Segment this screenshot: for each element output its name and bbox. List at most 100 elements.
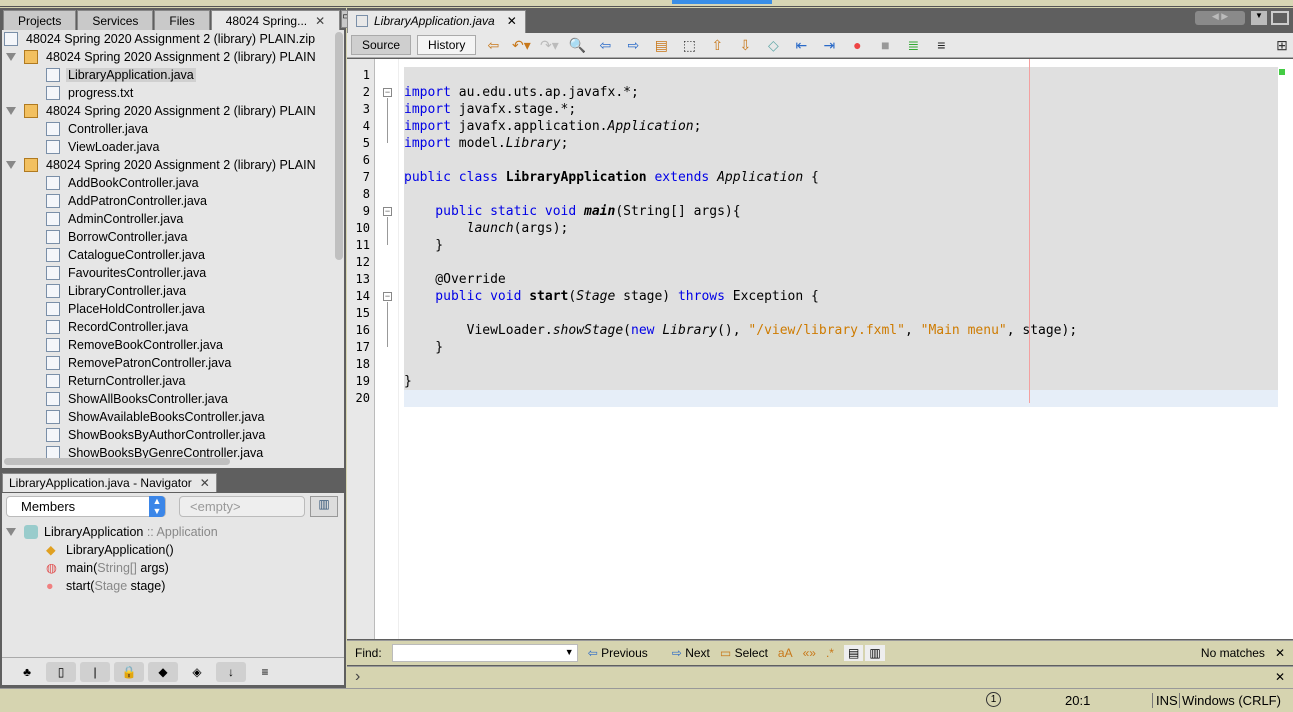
tree-item[interactable]: 48024 Spring 2020 Assignment 2 (library)… — [2, 156, 344, 174]
next-bookmark-icon[interactable]: ⇩ — [734, 36, 756, 54]
shift-right-icon[interactable]: ⇥ — [818, 36, 840, 54]
class-node[interactable]: LibraryApplication :: Application — [2, 523, 344, 541]
code-line[interactable] — [404, 390, 1278, 407]
code-line[interactable]: public void start(Stage stage) throws Ex… — [404, 288, 1278, 305]
horizontal-scrollbar[interactable] — [4, 458, 230, 465]
find-next-icon[interactable]: ⇨ — [622, 36, 644, 54]
expand-icon[interactable] — [6, 528, 16, 536]
tree-item[interactable]: ShowAvailableBooksController.java — [2, 408, 344, 426]
find-input[interactable]: ▼ — [391, 644, 578, 662]
navigator-member[interactable]: ● start(Stage stage) — [2, 577, 344, 595]
members-combo[interactable]: Members ▲ ▼ — [6, 496, 166, 517]
history-button[interactable]: History — [417, 35, 477, 55]
tab-projects[interactable]: Projects — [3, 10, 77, 30]
comment-icon[interactable]: ≣ — [902, 36, 924, 54]
code-line[interactable]: } — [404, 339, 1278, 356]
navigator-member[interactable]: ◆ LibraryApplication() — [2, 541, 344, 559]
tree-item[interactable]: ViewLoader.java — [2, 138, 344, 156]
tree-item[interactable]: 48024 Spring 2020 Assignment 2 (library)… — [2, 102, 344, 120]
static-icon[interactable]: | — [80, 662, 110, 682]
code-line[interactable] — [404, 305, 1278, 322]
code-editor[interactable]: 1 2 3 4 5 6 7 8 9 10 11 12 13 14 15 16 17 18 19 20 import a… — [347, 59, 1293, 639]
back-icon[interactable]: ↶▾ — [510, 36, 532, 54]
tree-item[interactable]: Controller.java — [2, 120, 344, 138]
expand-icon[interactable] — [6, 161, 16, 169]
tab-scroll-buttons[interactable]: ◀ ▶ — [1195, 11, 1245, 25]
inherited-members-icon[interactable]: ♣ — [12, 662, 42, 682]
tab-files[interactable]: Files — [154, 10, 210, 30]
last-edit-icon[interactable]: ⇦ — [482, 36, 504, 54]
tree-item[interactable]: AdminController.java — [2, 210, 344, 228]
code-line[interactable] — [404, 254, 1278, 271]
close-find-icon[interactable]: ✕ — [1275, 646, 1285, 660]
find-previous-button[interactable]: ⇦ Previous — [588, 646, 648, 660]
maximize-button[interactable] — [1271, 11, 1289, 25]
tab-list-button[interactable]: ▼ — [1251, 11, 1267, 25]
tree-item[interactable]: 48024 Spring 2020 Assignment 2 (library)… — [2, 48, 344, 66]
code-line[interactable] — [404, 186, 1278, 203]
code-line[interactable]: } — [404, 373, 1278, 390]
code-line[interactable]: launch(args); — [404, 220, 1278, 237]
tab-navigator[interactable]: LibraryApplication.java - Navigator ✕ — [2, 473, 217, 492]
code-line[interactable]: } — [404, 237, 1278, 254]
tree-item[interactable]: ReturnController.java — [2, 372, 344, 390]
sort-by-name-icon[interactable]: ↓ — [216, 662, 246, 682]
fqn-icon[interactable]: ◈ — [182, 662, 212, 682]
close-icon[interactable]: ✕ — [315, 14, 325, 28]
tree-item[interactable]: progress.txt — [2, 84, 344, 102]
fields-icon[interactable]: ▯ — [46, 662, 76, 682]
fold-toggle-icon[interactable]: − — [383, 88, 392, 97]
toggle-bookmark-icon[interactable]: ◇ — [762, 36, 784, 54]
code-line[interactable]: import model.Library; — [404, 135, 1278, 152]
split-icon[interactable]: ⊞ — [1271, 36, 1293, 54]
tree-item[interactable]: LibraryApplication.java — [2, 66, 344, 84]
prev-bookmark-icon[interactable]: ⇧ — [706, 36, 728, 54]
fold-toggle-icon[interactable]: − — [383, 207, 392, 216]
fold-toggle-icon[interactable]: − — [383, 292, 392, 301]
close-icon[interactable]: ✕ — [200, 476, 210, 490]
tree-item[interactable]: AddBookController.java — [2, 174, 344, 192]
regex-icon[interactable]: .* — [826, 646, 834, 660]
vertical-scrollbar[interactable] — [335, 32, 343, 260]
match-case-icon[interactable]: aA — [778, 646, 793, 660]
code-line[interactable] — [404, 356, 1278, 373]
code-line[interactable] — [404, 67, 1278, 84]
find-select-button[interactable]: ▭ Select — [720, 646, 768, 660]
whole-words-icon[interactable]: «» — [803, 646, 816, 660]
code-line[interactable]: public static void main(String[] args){ — [404, 203, 1278, 220]
find-icon[interactable]: 🔍 — [566, 36, 588, 54]
code-line[interactable]: import au.edu.uts.ap.javafx.*; — [404, 84, 1278, 101]
notifications-icon[interactable]: 1 — [986, 692, 1001, 707]
rect-select-icon[interactable]: ⬚ — [678, 36, 700, 54]
chevron-down-icon[interactable]: ▼ — [565, 647, 574, 657]
sort-by-source-icon[interactable]: ≡ — [250, 662, 280, 682]
empty-combo[interactable]: <empty> — [179, 496, 305, 517]
toggle-highlight-icon[interactable]: ▤ — [650, 36, 672, 54]
code-line[interactable]: @Override — [404, 271, 1278, 288]
navigator-member[interactable]: ◍ main(String[] args) — [2, 559, 344, 577]
inner-classes-icon[interactable]: ◆ — [148, 662, 178, 682]
tree-item[interactable]: ShowBooksByAuthorController.java — [2, 426, 344, 444]
tree-item[interactable]: 48024 Spring 2020 Assignment 2 (library)… — [2, 30, 344, 48]
close-icon[interactable]: ✕ — [1275, 670, 1285, 684]
shift-left-icon[interactable]: ⇤ — [790, 36, 812, 54]
wrap-around-icon[interactable]: ▥ — [865, 645, 885, 661]
tree-item[interactable]: BorrowController.java — [2, 228, 344, 246]
tree-item[interactable]: RemoveBookController.java — [2, 336, 344, 354]
tree-item[interactable]: RemovePatronController.java — [2, 354, 344, 372]
expand-icon[interactable] — [6, 107, 16, 115]
code-line[interactable]: public class LibraryApplication extends … — [404, 169, 1278, 186]
chevron-right-icon[interactable]: › — [355, 668, 360, 686]
record-macro-icon[interactable]: ● — [846, 36, 868, 54]
tab-archive[interactable]: 48024 Spring... ✕ — [210, 10, 341, 30]
close-icon[interactable]: ✕ — [507, 14, 517, 28]
highlight-results-icon[interactable]: ▤ — [843, 645, 864, 661]
tree-item[interactable]: PlaceHoldController.java — [2, 300, 344, 318]
source-button[interactable]: Source — [351, 35, 412, 55]
tree-item[interactable]: RecordController.java — [2, 318, 344, 336]
code-line[interactable]: import javafx.stage.*; — [404, 101, 1278, 118]
expand-icon[interactable] — [6, 53, 16, 61]
tree-item[interactable]: ShowAllBooksController.java — [2, 390, 344, 408]
code-line[interactable]: ViewLoader.showStage(new Library(), "/vi… — [404, 322, 1278, 339]
tree-item[interactable]: CatalogueController.java — [2, 246, 344, 264]
